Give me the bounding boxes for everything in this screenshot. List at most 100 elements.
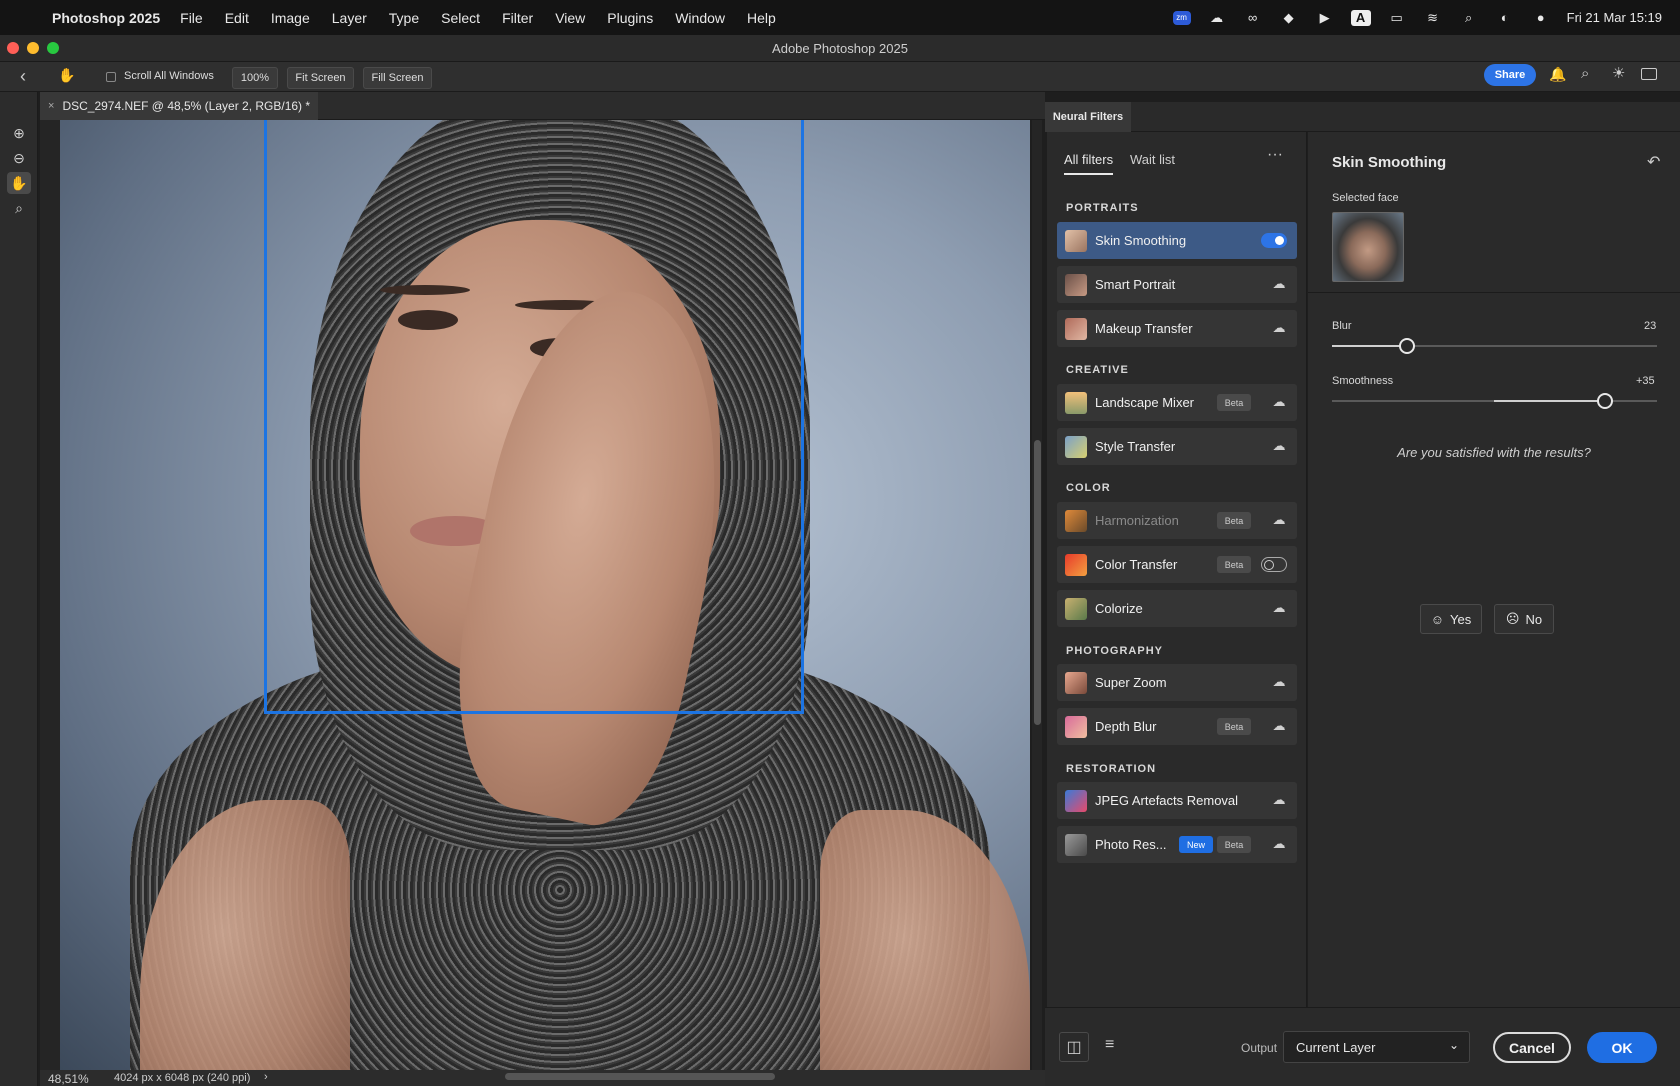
vertical-scrollbar[interactable] — [1032, 120, 1042, 1070]
vertical-scroll-thumb[interactable] — [1034, 440, 1041, 725]
app-status-icon[interactable]: ◆ — [1279, 10, 1299, 26]
menu-plugins[interactable]: Plugins — [607, 10, 653, 26]
smoothness-slider[interactable] — [1332, 393, 1657, 409]
tab-all-filters[interactable]: All filters — [1064, 152, 1114, 175]
fit-screen-button[interactable]: Fit Screen — [287, 67, 354, 89]
app-menu[interactable]: Photoshop 2025 — [52, 10, 160, 26]
portrait-photo[interactable] — [60, 120, 1030, 1070]
filter-depth-blur[interactable]: Depth Blur Beta ☁ — [1057, 708, 1297, 745]
download-cloud-icon[interactable]: ☁ — [1271, 718, 1287, 734]
colorize-thumb-icon — [1065, 597, 1087, 620]
menu-bar: Photoshop 2025 File Edit Image Layer Typ… — [0, 0, 1680, 35]
filter-smart-portrait[interactable]: Smart Portrait ☁ — [1057, 266, 1297, 303]
input-source-icon[interactable]: A — [1350, 9, 1371, 26]
beta-badge: Beta — [1217, 394, 1251, 411]
skin-smoothing-toggle[interactable] — [1261, 233, 1287, 248]
blur-slider-knob[interactable] — [1398, 338, 1415, 354]
clock[interactable]: Fri 21 Mar 15:19 — [1567, 10, 1662, 25]
blur-slider[interactable] — [1332, 338, 1657, 354]
magnify-icon[interactable]: ⌕ — [7, 197, 31, 219]
shoulder-skin-right — [820, 810, 1030, 1070]
download-cloud-icon[interactable]: ☁ — [1271, 438, 1287, 454]
zoom-level[interactable]: 48,51% — [48, 1072, 89, 1086]
menu-select[interactable]: Select — [441, 10, 480, 26]
bell-icon[interactable]: 🔔 — [1549, 66, 1566, 83]
creative-cloud-icon[interactable]: ∞ — [1243, 10, 1263, 26]
more-options-icon[interactable]: ··· — [1267, 146, 1283, 164]
menu-image[interactable]: Image — [271, 10, 310, 26]
cancel-button[interactable]: Cancel — [1493, 1032, 1571, 1063]
filter-super-zoom[interactable]: Super Zoom ☁ — [1057, 664, 1297, 701]
download-cloud-icon[interactable]: ☁ — [1271, 512, 1287, 528]
blur-label: Blur — [1332, 320, 1352, 332]
filter-landscape-mixer[interactable]: Landscape Mixer Beta ☁ — [1057, 384, 1297, 421]
filter-style-transfer[interactable]: Style Transfer ☁ — [1057, 428, 1297, 465]
filter-harmonization[interactable]: Harmonization Beta ☁ — [1057, 502, 1297, 539]
battery-icon[interactable]: ▭ — [1387, 10, 1407, 26]
filter-skin-smoothing[interactable]: Skin Smoothing — [1057, 222, 1297, 259]
compare-view-icon[interactable]: ◫ — [1059, 1032, 1089, 1062]
menu-help[interactable]: Help — [747, 10, 776, 26]
menu-edit[interactable]: Edit — [225, 10, 249, 26]
menu-view[interactable]: View — [555, 10, 585, 26]
color-transfer-toggle[interactable] — [1261, 557, 1287, 572]
control-center-icon[interactable]: ◐ — [1495, 10, 1515, 26]
menu-layer[interactable]: Layer — [332, 10, 367, 26]
zoom-app-icon[interactable]: zm — [1172, 10, 1191, 25]
filter-jpeg-artefacts-removal[interactable]: JPEG Artefacts Removal ☁ — [1057, 782, 1297, 819]
siri-icon[interactable]: ● — [1531, 10, 1551, 26]
feedback-yes-button[interactable]: ☺ Yes — [1420, 604, 1482, 634]
play-icon[interactable]: ▶ — [1315, 10, 1335, 26]
download-cloud-icon[interactable]: ☁ — [1271, 320, 1287, 336]
hand-tool-icon[interactable]: ✋ — [58, 67, 75, 84]
menu-file[interactable]: File — [180, 10, 203, 26]
zoom-out-icon[interactable]: ⊖ — [7, 147, 31, 169]
smoothness-slider-knob[interactable] — [1597, 393, 1613, 409]
share-button[interactable]: Share — [1484, 64, 1536, 86]
download-cloud-icon[interactable]: ☁ — [1271, 674, 1287, 690]
download-cloud-icon[interactable]: ☁ — [1271, 276, 1287, 292]
hand-tool-icon[interactable]: ✋ — [7, 172, 31, 194]
layers-preview-icon[interactable]: ≡ — [1105, 1036, 1114, 1054]
download-cloud-icon[interactable]: ☁ — [1271, 792, 1287, 808]
cloud-sync-icon[interactable]: ☁ — [1207, 10, 1227, 26]
filter-makeup-transfer[interactable]: Makeup Transfer ☁ — [1057, 310, 1297, 347]
reset-icon[interactable]: ↶ — [1647, 152, 1660, 172]
workspace-icon[interactable] — [1641, 68, 1657, 80]
download-cloud-icon[interactable]: ☁ — [1271, 836, 1287, 852]
wifi-icon[interactable]: ≋ — [1423, 10, 1443, 26]
search-icon[interactable]: ⌕ — [1459, 10, 1479, 26]
canvas-area[interactable] — [40, 120, 1030, 1070]
info-chevron-icon[interactable]: › — [264, 1071, 268, 1083]
search-icon[interactable]: ⌕ — [1581, 65, 1589, 82]
zoom-in-icon[interactable]: ⊕ — [7, 122, 31, 144]
feedback-no-button[interactable]: ☹ No — [1494, 604, 1554, 634]
menu-window[interactable]: Window — [675, 10, 725, 26]
zoom-100-button[interactable]: 100% — [232, 67, 278, 89]
neural-filters-title: Neural Filters — [1045, 102, 1131, 132]
document-info[interactable]: 4024 px x 6048 px (240 ppi) — [114, 1072, 250, 1084]
discover-light-icon[interactable]: ☀ — [1612, 64, 1625, 82]
filter-photo-restoration[interactable]: Photo Res... New Beta ☁ — [1057, 826, 1297, 863]
download-cloud-icon[interactable]: ☁ — [1271, 600, 1287, 616]
horizontal-scroll-thumb[interactable] — [505, 1073, 775, 1080]
close-tab-icon[interactable]: × — [48, 100, 54, 112]
back-arrow-icon[interactable]: ‹ — [20, 66, 26, 87]
fill-screen-button[interactable]: Fill Screen — [363, 67, 432, 89]
menu-filter[interactable]: Filter — [502, 10, 533, 26]
divider — [1308, 292, 1680, 293]
download-cloud-icon[interactable]: ☁ — [1271, 394, 1287, 410]
menu-type[interactable]: Type — [389, 10, 419, 26]
ok-button[interactable]: OK — [1587, 1032, 1657, 1063]
scroll-all-checkbox[interactable] — [106, 72, 116, 82]
options-bar: ‹ ✋ Scroll All Windows 100% Fit Screen F… — [0, 62, 1680, 92]
filter-color-transfer[interactable]: Color Transfer Beta — [1057, 546, 1297, 583]
selected-face-box[interactable] — [264, 120, 804, 714]
beta-badge: Beta — [1217, 556, 1251, 573]
document-tab[interactable]: × DSC_2974.NEF @ 48,5% (Layer 2, RGB/16)… — [40, 92, 318, 120]
selected-face-thumbnail[interactable] — [1332, 212, 1404, 282]
tab-wait-list[interactable]: Wait list — [1130, 152, 1175, 167]
output-select[interactable]: Current Layer ⌄ — [1283, 1031, 1470, 1063]
smile-icon: ☺ — [1430, 611, 1445, 627]
filter-colorize[interactable]: Colorize ☁ — [1057, 590, 1297, 627]
